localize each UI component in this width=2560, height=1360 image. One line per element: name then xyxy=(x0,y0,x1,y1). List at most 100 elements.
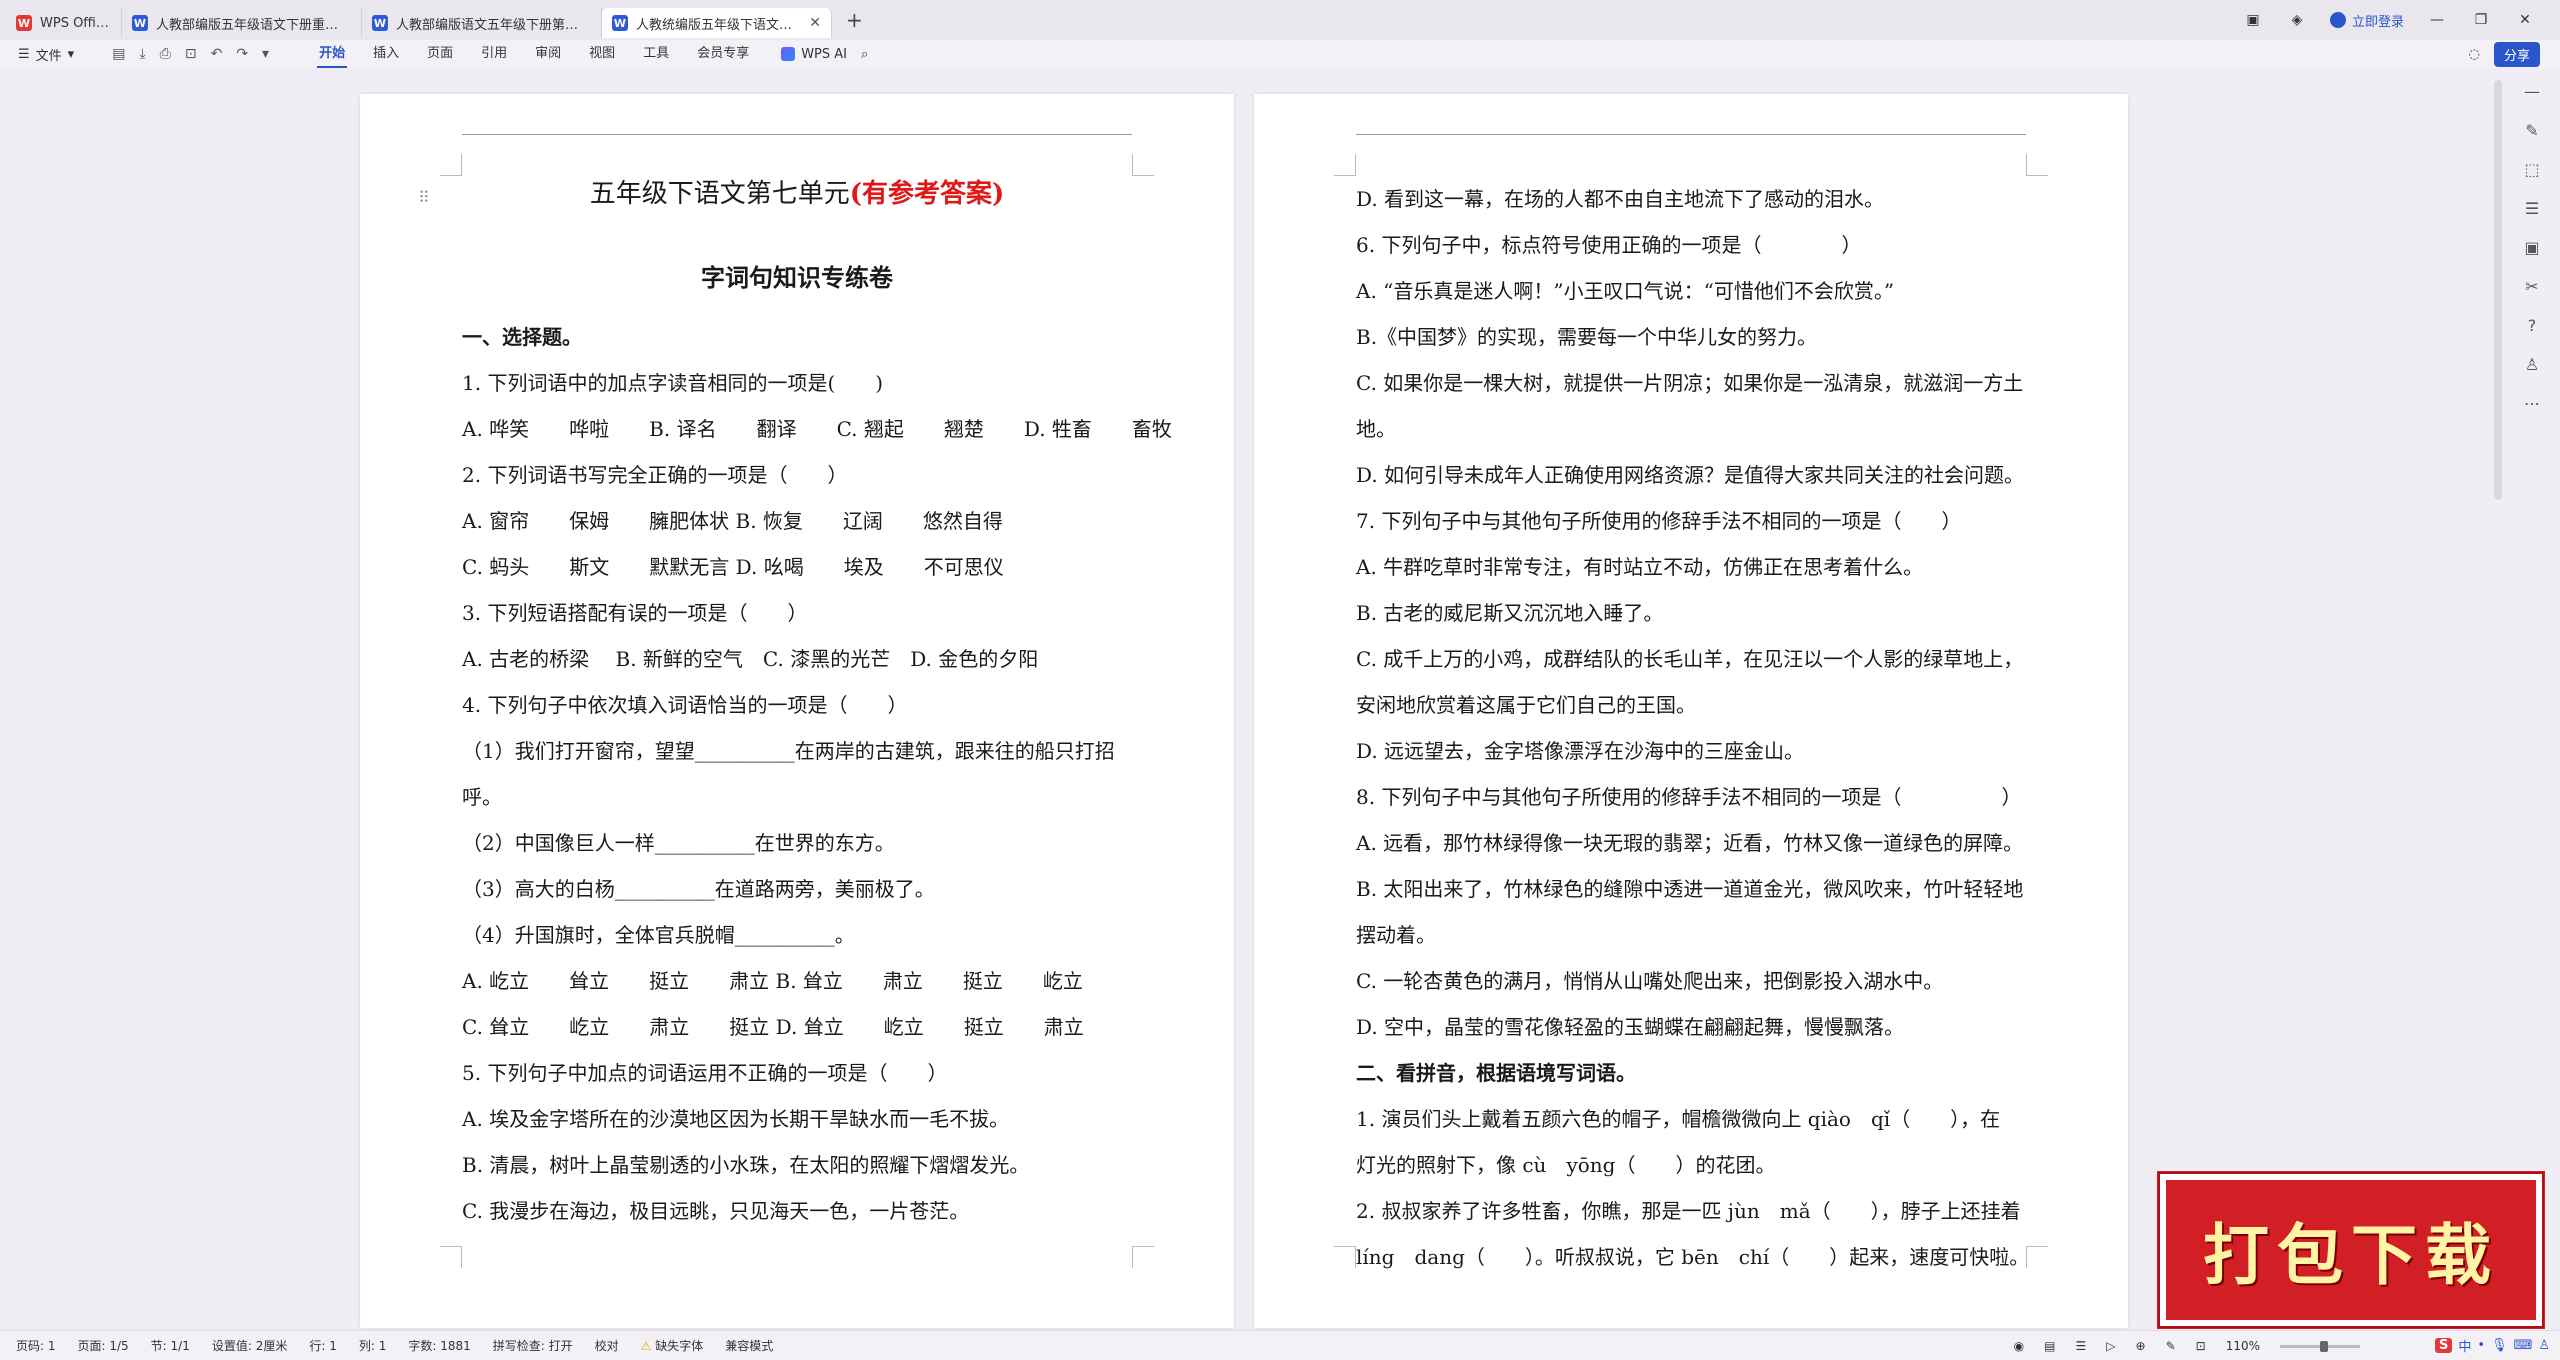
tab-label: 人教部编版语文五年级下册第七单元 xyxy=(396,17,591,33)
select-icon[interactable]: ⬚ xyxy=(2524,160,2539,179)
avatar-icon xyxy=(2329,12,2346,28)
page-view-icon[interactable]: ▤ xyxy=(2044,1339,2055,1353)
tools-icon[interactable]: ✂ xyxy=(2525,277,2538,296)
status-page-num[interactable]: 页码: 1 xyxy=(16,1337,56,1354)
download-badge[interactable]: 打包下载 xyxy=(2158,1172,2544,1328)
share-button[interactable]: 分享 xyxy=(2493,41,2540,67)
status-missing-font[interactable]: ⚠ 缺失字体 xyxy=(641,1337,704,1354)
question-line: 地。 xyxy=(1356,417,1396,441)
document-title: 五年级下语文第七单元(有参考答案) xyxy=(462,174,1132,218)
word-doc-icon: W xyxy=(612,15,628,31)
tab-member[interactable]: 会员专享 xyxy=(683,40,763,68)
tab-document-2[interactable]: W 人教部编版语文五年级下册第七单元 xyxy=(362,8,602,38)
tab-home[interactable]: 开始 xyxy=(305,40,359,68)
new-tab-icon[interactable]: + xyxy=(846,8,863,32)
login-label: 立即登录 xyxy=(2351,14,2404,30)
status-section[interactable]: 节: 1/1 xyxy=(151,1337,190,1354)
vertical-scrollbar[interactable] xyxy=(2494,80,2502,500)
wps-ai-button[interactable]: WPS AI xyxy=(781,47,847,62)
question-line: A. 窗帘 保姆 臃肥体状 B. 恢复 辽阔 悠然自得 xyxy=(462,509,1003,533)
tab-document-1[interactable]: W 人教部编版五年级语文下册重点学校 xyxy=(122,8,362,38)
play-icon[interactable]: ▷ xyxy=(2106,1339,2115,1353)
window-layout-icon[interactable]: ▣ xyxy=(2242,12,2264,28)
sogou-ime-icon[interactable]: S xyxy=(2435,1337,2453,1353)
status-proofread[interactable]: 校对 xyxy=(595,1337,619,1354)
document-page-1[interactable]: ⠿ 五年级下语文第七单元(有参考答案) 字词句知识专练卷 一、选择题。 1. 下… xyxy=(360,94,1234,1328)
question-line: C. 我漫步在海边，极目远眺，只见海天一色，一片苍茫。 xyxy=(462,1199,970,1223)
status-col: 列: 1 xyxy=(358,1339,387,1353)
more-icon[interactable]: ▾ xyxy=(262,46,269,62)
web-view-icon[interactable]: ⊕ xyxy=(2136,1339,2146,1353)
tab-document-active[interactable]: W 人教统编版五年级下语文第七 ✕ xyxy=(602,8,832,38)
section-heading: 一、选择题。 xyxy=(462,325,582,349)
word-doc-icon: W xyxy=(372,15,388,31)
question-line: C. 如果你是一棵大树，就提供一片阴凉；如果你是一泓清泉，就滋润一方土 xyxy=(1356,371,2024,395)
question-line: A. 牛群吃草时非常专注，有时站立不动，仿佛正在思考着什么。 xyxy=(1356,555,1924,579)
tab-page[interactable]: 页面 xyxy=(413,40,467,68)
adjust-icon[interactable]: ☰ xyxy=(2525,199,2539,218)
status-word-count[interactable]: 字数: 1881 xyxy=(408,1337,470,1354)
image-icon[interactable]: ▣ xyxy=(2524,238,2539,257)
title-answer-note: (有参考答案) xyxy=(849,179,1005,209)
zoom-slider[interactable] xyxy=(2280,1340,2360,1352)
question-line: B. 太阳出来了，竹林绿色的缝隙中透进一道道金光，微风吹来，竹叶轻轻地 xyxy=(1356,877,2024,901)
status-setting[interactable]: 设置值: 2厘米 xyxy=(212,1337,288,1354)
zoom-slider-knob[interactable] xyxy=(2320,1340,2328,1352)
shirt-icon[interactable]: ♙ xyxy=(2525,355,2539,374)
tab-label: WPS Office xyxy=(40,15,111,31)
tab-references[interactable]: 引用 xyxy=(467,40,521,68)
tab-view[interactable]: 视图 xyxy=(575,40,629,68)
question-line: 安闲地欣赏着这属于它们自己的王国。 xyxy=(1356,693,1696,717)
more-options-icon[interactable]: ⋯ xyxy=(2524,394,2540,413)
skin-icon[interactable]: ◈ xyxy=(2286,12,2308,28)
question-line: 2. 下列词语书写完全正确的一项是（ ） xyxy=(462,463,848,487)
ime-lang[interactable]: 中 xyxy=(2458,1336,2471,1355)
question-line: 灯光的照射下，像 cù yōng（ ）的花团。 xyxy=(1356,1153,1776,1177)
collab-icon[interactable]: ◌ xyxy=(2469,47,2480,62)
question-line: C. 耸立 屹立 肃立 挺立 D. 耸立 屹立 挺立 肃立 xyxy=(462,1015,1084,1039)
tab-insert[interactable]: 插入 xyxy=(359,40,413,68)
save-icon[interactable]: ▤ xyxy=(112,46,125,62)
warning-icon: ⚠ xyxy=(640,1339,652,1353)
outline-view-icon[interactable]: ☰ xyxy=(2076,1339,2087,1353)
help-icon[interactable]: ? xyxy=(2528,316,2537,335)
export-icon[interactable]: ⤓ xyxy=(139,46,145,62)
microphone-icon[interactable]: 🎙 xyxy=(2491,1338,2508,1353)
close-window-icon[interactable]: ✕ xyxy=(2514,12,2536,28)
search-icon[interactable]: ⌕ xyxy=(861,47,868,62)
question-line: C. 一轮杏黄色的满月，悄悄从山嘴处爬出来，把倒影投入湖水中。 xyxy=(1356,969,1944,993)
right-sidebar: — ✎ ⬚ ☰ ▣ ✂ ? ♙ ⋯ xyxy=(2504,68,2560,1332)
document-page-2[interactable]: D. 看到这一幕，在场的人都不由自主地流下了感动的泪水。 6. 下列句子中，标点… xyxy=(1254,94,2128,1328)
minimize-icon[interactable]: — xyxy=(2426,12,2448,28)
tab-label: 人教部编版五年级语文下册重点学校 xyxy=(156,17,351,33)
file-menu[interactable]: ☰ 文件 ▾ xyxy=(18,45,74,64)
drag-handle-icon[interactable]: ⠿ xyxy=(418,188,430,207)
print-preview-icon[interactable]: ⊡ xyxy=(185,46,197,62)
pen-icon[interactable]: ✎ xyxy=(2525,121,2538,140)
print-icon[interactable]: ⎙ xyxy=(160,46,171,62)
status-pages[interactable]: 页面: 1/5 xyxy=(78,1337,129,1354)
close-tab-icon[interactable]: ✕ xyxy=(809,15,821,31)
restore-icon[interactable]: ❐ xyxy=(2470,12,2492,28)
skin-ime-icon[interactable]: ♙ xyxy=(2538,1338,2550,1353)
eye-icon[interactable]: ◉ xyxy=(2014,1339,2024,1353)
tab-review[interactable]: 审阅 xyxy=(521,40,575,68)
question-line: D. 空中，晶莹的雪花像轻盈的玉蝴蝶在翩翩起舞，慢慢飘落。 xyxy=(1356,1015,1905,1039)
question-line: （1）我们打开窗帘，望望__________在两岸的古建筑，跟来往的船只打招 xyxy=(462,739,1115,763)
fit-icon[interactable]: ⊡ xyxy=(2196,1339,2206,1353)
login-button[interactable]: 立即登录 xyxy=(2329,11,2404,30)
punctuation-icon[interactable]: • xyxy=(2477,1338,2485,1353)
edit-icon[interactable]: ✎ xyxy=(2166,1339,2176,1353)
question-line: A. “音乐真是迷人啊！”小王叹口气说：“可惜他们不会欣赏。” xyxy=(1356,279,1895,303)
zoom-level[interactable]: 110% xyxy=(2226,1339,2260,1353)
tab-tools[interactable]: 工具 xyxy=(629,40,683,68)
tab-label: 人教统编版五年级下语文第七 xyxy=(636,17,804,33)
undo-icon[interactable]: ↶ xyxy=(211,46,223,62)
redo-icon[interactable]: ↷ xyxy=(236,46,248,62)
question-line: 3. 下列短语搭配有误的一项是（ ） xyxy=(462,601,808,625)
collapse-icon[interactable]: — xyxy=(2524,82,2540,101)
question-line: （2）中国像巨人一样__________在世界的东方。 xyxy=(462,831,895,855)
tab-wps-home[interactable]: W WPS Office xyxy=(0,8,122,38)
status-spellcheck[interactable]: 拼写检查: 打开 xyxy=(493,1337,573,1354)
keyboard-icon[interactable]: ⌨ xyxy=(2514,1338,2533,1353)
